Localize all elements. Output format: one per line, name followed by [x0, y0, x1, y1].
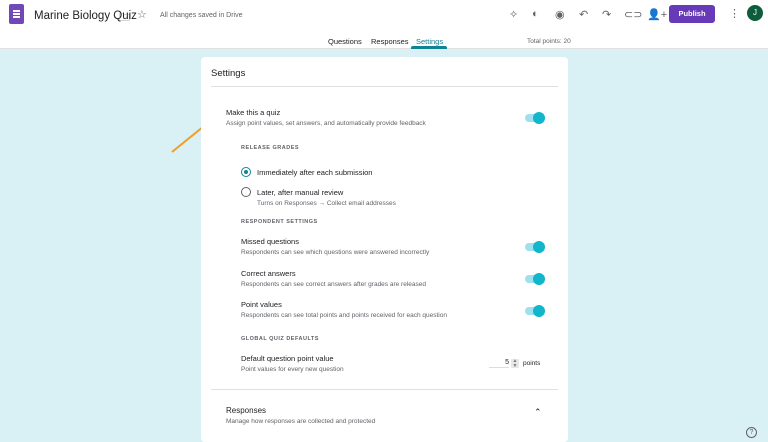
release-grades-caption: RELEASE GRADES [241, 145, 300, 151]
divider [211, 389, 558, 390]
missed-questions-label: Missed questions [241, 237, 299, 246]
star-icon[interactable]: ☆ [137, 8, 147, 21]
link-icon[interactable]: ⊂⊃ [624, 8, 642, 21]
point-stepper-icon[interactable]: ▲ ▼ [511, 359, 519, 368]
correct-answers-description: Respondents can see correct answers afte… [241, 281, 426, 288]
global-defaults-caption: GLOBAL QUIZ DEFAULTS [241, 336, 319, 342]
tab-responses[interactable]: Responses [371, 37, 409, 46]
avatar[interactable]: J [747, 5, 763, 21]
tab-questions[interactable]: Questions [328, 37, 362, 46]
help-icon[interactable]: ? [746, 427, 757, 438]
settings-card: Settings Make this a quiz Assign point v… [201, 57, 568, 442]
responses-description: Manage how responses are collected and p… [226, 418, 376, 425]
top-bar: Marine Biology Quiz 🗀 ☆ All changes save… [0, 0, 768, 49]
radio-immediately-label[interactable]: Immediately after each submission [257, 168, 372, 177]
points-unit: points [523, 360, 541, 367]
more-options-icon[interactable]: ⋮ [729, 7, 740, 20]
total-points: Total points: 20 [527, 38, 571, 45]
tab-settings[interactable]: Settings [416, 37, 443, 46]
missed-questions-description: Respondents can see which questions were… [241, 249, 430, 256]
collapse-chevron-icon[interactable]: ⌃ [534, 407, 542, 418]
default-point-label: Default question point value [241, 354, 334, 363]
radio-immediately[interactable] [241, 167, 251, 177]
preview-eye-icon[interactable]: ◉ [555, 8, 565, 21]
add-collaborator-icon[interactable]: 👤+ [647, 8, 667, 21]
missed-questions-toggle[interactable] [525, 241, 545, 253]
publish-button[interactable]: Publish [669, 5, 715, 23]
make-quiz-toggle[interactable] [525, 112, 545, 124]
radio-later[interactable] [241, 187, 251, 197]
settings-title: Settings [211, 68, 246, 79]
palette-icon[interactable]: ◐ [532, 8, 539, 20]
point-values-label: Point values [241, 300, 282, 309]
save-status: All changes saved in Drive [160, 12, 243, 19]
make-quiz-description: Assign point values, set answers, and au… [226, 120, 426, 127]
divider [211, 86, 558, 87]
radio-later-label[interactable]: Later, after manual review [257, 188, 343, 197]
active-tab-indicator [411, 46, 447, 49]
correct-answers-toggle[interactable] [525, 273, 545, 285]
radio-later-hint: Turns on Responses → Collect email addre… [257, 200, 396, 207]
responses-label[interactable]: Responses [226, 406, 266, 415]
undo-icon[interactable]: ↶ [579, 8, 588, 21]
respondent-settings-caption: RESPONDENT SETTINGS [241, 219, 318, 225]
redo-icon[interactable]: ↷ [602, 8, 611, 21]
default-point-description: Point values for every new question [241, 366, 344, 373]
addons-icon[interactable]: ✧ [509, 8, 518, 21]
make-quiz-label: Make this a quiz [226, 108, 281, 117]
correct-answers-label: Correct answers [241, 269, 296, 278]
default-point-input[interactable]: 5 [489, 359, 509, 368]
point-values-toggle[interactable] [525, 305, 545, 317]
point-values-description: Respondents can see total points and poi… [241, 312, 447, 319]
folder-icon[interactable]: 🗀 [119, 9, 130, 28]
forms-logo-icon[interactable] [9, 4, 24, 24]
